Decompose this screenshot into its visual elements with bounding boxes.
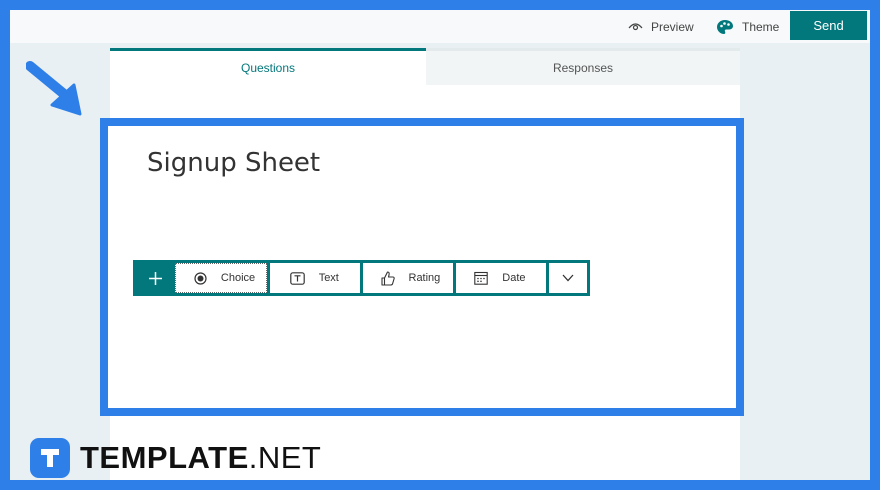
choice-label: Choice xyxy=(220,272,256,284)
form-title[interactable]: Signup Sheet xyxy=(147,148,320,178)
tab-questions[interactable]: Questions xyxy=(110,48,426,85)
theme-label: Theme xyxy=(742,19,780,34)
date-label: Date xyxy=(502,272,526,284)
tab-bar: Questions Responses xyxy=(110,48,740,85)
top-bar: Preview Theme Send xyxy=(10,10,870,43)
text-label: Text xyxy=(318,272,339,284)
palette-icon xyxy=(717,19,733,34)
tab-responses[interactable]: Responses xyxy=(426,48,740,85)
theme-button[interactable]: Theme xyxy=(716,10,779,43)
send-button[interactable]: Send xyxy=(790,11,867,40)
preview-button[interactable]: Preview xyxy=(628,10,694,43)
thumbs-up-icon xyxy=(380,270,395,286)
preview-label: Preview xyxy=(651,19,694,34)
chevron-down-icon xyxy=(562,274,574,282)
logo-brand: TEMPLATE xyxy=(80,440,249,475)
app-frame: Preview Theme Send Questions Responses S… xyxy=(10,10,870,480)
add-question-toolbar: Choice Text Rating Date xyxy=(133,260,590,296)
logo-suffix: .NET xyxy=(248,440,322,475)
eye-icon xyxy=(628,23,643,31)
date-button[interactable]: Date xyxy=(456,263,547,293)
pointer-arrow-icon xyxy=(26,61,82,116)
logo-mark-icon xyxy=(30,438,70,478)
rating-button[interactable]: Rating xyxy=(362,263,454,293)
template-logo: TEMPLATE.NET xyxy=(30,438,321,478)
plus-icon xyxy=(148,271,162,285)
text-box-icon xyxy=(289,271,305,285)
text-button[interactable]: Text xyxy=(269,263,360,293)
calendar-icon xyxy=(474,271,489,285)
rating-label: Rating xyxy=(408,272,441,284)
logo-text: TEMPLATE.NET xyxy=(80,440,321,476)
add-question-button[interactable] xyxy=(136,263,175,293)
choice-button[interactable]: Choice xyxy=(174,263,267,293)
more-question-types-button[interactable] xyxy=(549,263,587,293)
radio-icon xyxy=(194,271,207,285)
